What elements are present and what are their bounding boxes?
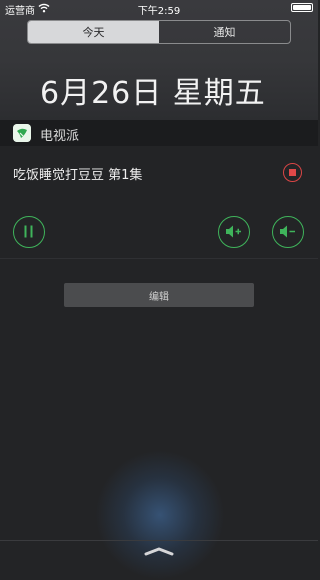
status-bar: 运营商 下午2:59 [0,0,318,17]
tv-app-icon [13,124,31,142]
volume-down-button[interactable] [272,216,304,248]
status-time: 下午2:59 [137,6,181,17]
stop-icon [289,169,296,176]
stop-button[interactable] [283,163,302,182]
tab-today[interactable]: 今天 [28,21,159,43]
app-name: 电视派 [40,129,80,144]
tab-notifications[interactable]: 通知 [159,21,290,43]
battery-level [293,5,311,10]
episode-title: 吃饭睡觉打豆豆 第1集 [13,168,143,183]
divider [0,258,318,259]
pause-button[interactable] [13,216,45,248]
pause-icon [24,225,33,238]
widget-header[interactable]: 电视派 [0,120,318,146]
bottom-divider [0,540,318,541]
volume-down-icon [280,225,295,238]
battery-icon [291,3,313,12]
edit-button[interactable]: 编辑 [64,283,254,307]
chevron-up-icon[interactable] [143,544,175,558]
segmented-control: 今天 通知 [27,20,291,44]
date-label: 6月26日 星期五 [40,76,266,111]
volume-up-icon [226,225,241,238]
volume-up-button[interactable] [218,216,250,248]
background-glow [95,450,225,580]
